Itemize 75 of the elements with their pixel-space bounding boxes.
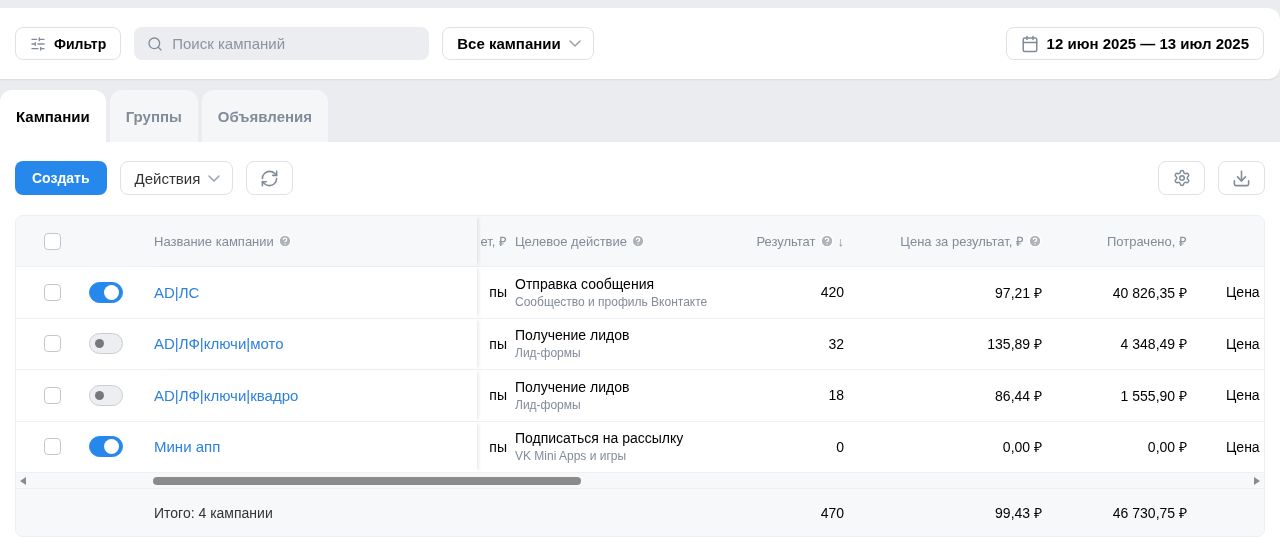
table-cell: 470: [820, 504, 844, 521]
toggle-switch[interactable]: [89, 436, 123, 458]
table-cell: пы: [489, 284, 507, 301]
table-cell-text: 135,89 ₽: [987, 335, 1042, 354]
chevron-down-icon: [208, 174, 221, 182]
campaign-link[interactable]: AD|ЛС: [154, 283, 200, 301]
scrollbar-thumb[interactable]: [153, 476, 581, 485]
scroll-left-icon[interactable]: [20, 476, 26, 485]
tab[interactable]: Объявления: [201, 90, 328, 142]
filter-button[interactable]: Фильтр: [15, 27, 122, 60]
checkbox[interactable]: [44, 335, 61, 353]
target-action: Получение лидов: [515, 378, 630, 395]
total-label: Итого: 4 кампании: [154, 504, 273, 521]
table-cell-text: 97,21 ₽: [995, 283, 1042, 302]
create-button[interactable]: Создать: [15, 161, 107, 195]
search-field[interactable]: Поиск кампаний: [134, 27, 430, 60]
column-header: Цена за результат, ₽: [900, 233, 1024, 250]
table-cell-text: 0,00 ₽: [1002, 438, 1042, 457]
chevron-down-icon: [568, 40, 581, 47]
sort-arrow[interactable]: ↓: [837, 233, 844, 249]
campaign-link[interactable]: Мини апп: [154, 438, 221, 456]
target-detail: VK Mini Apps и игры: [515, 449, 628, 464]
table-cell-text: 1 555,90 ₽: [1120, 386, 1187, 405]
table-cell: Цена: [1226, 335, 1260, 352]
target-action: Подписаться на рассылку: [515, 430, 684, 447]
toggle-switch[interactable]: [89, 281, 123, 303]
table-cell: 0: [836, 438, 844, 455]
date-range-button[interactable]: 12 июн 2025 — 13 июл 2025: [1005, 27, 1264, 60]
target-detail: Сообщество и профиль Вконтакте: [515, 294, 708, 309]
campaign-link[interactable]: AD|ЛФ|ключи|квадро: [154, 386, 299, 404]
table-cell-text: 99,43 ₽: [995, 504, 1042, 522]
table-cell-text: 4 348,49 ₽: [1120, 335, 1187, 354]
table-cell: 32: [828, 335, 844, 352]
checkbox[interactable]: [44, 438, 61, 456]
table-cell: пы: [489, 438, 507, 455]
table-cell: Цена: [1226, 284, 1260, 301]
sliders-icon: [30, 35, 46, 52]
table-cell-text: 86,44 ₽: [995, 386, 1042, 405]
table-cell: Цена: [1226, 438, 1260, 455]
calendar-icon: [1020, 34, 1039, 53]
actions-select[interactable]: Действия: [119, 161, 234, 195]
checkbox[interactable]: [44, 232, 61, 250]
table-cell-text: 46 730,75 ₽: [1112, 504, 1187, 522]
campaign-link[interactable]: AD|ЛФ|ключи|мото: [154, 335, 284, 353]
target-action: Отправка сообщения: [515, 275, 656, 292]
refresh-icon: [260, 168, 280, 188]
checkbox[interactable]: [44, 386, 61, 404]
table-cell: пы: [489, 335, 507, 352]
column-header: Название кампании: [154, 233, 274, 249]
table-cell: пы: [489, 387, 507, 404]
tab[interactable]: Группы: [109, 90, 198, 142]
table-cell: 420: [820, 284, 844, 301]
campaign-select[interactable]: Все кампании: [442, 27, 594, 60]
settings-button[interactable]: [1158, 161, 1205, 195]
column-header: ет, ₽: [480, 233, 507, 250]
target-action: Получение лидов: [515, 327, 630, 344]
column-header: Потрачено, ₽: [1106, 233, 1187, 250]
toggle-switch[interactable]: [89, 384, 123, 406]
table-cell-text: 40 826,35 ₽: [1112, 283, 1187, 302]
target-detail: Лид-формы: [515, 397, 582, 412]
checkbox[interactable]: [44, 283, 61, 301]
refresh-button[interactable]: [246, 161, 294, 195]
toggle-switch[interactable]: [89, 333, 123, 355]
download-button[interactable]: [1218, 161, 1265, 195]
settings-icon: [1172, 169, 1191, 187]
column-header[interactable]: Результат: [756, 233, 816, 249]
download-icon: [1232, 168, 1251, 188]
scroll-right-icon[interactable]: [1254, 476, 1260, 485]
target-detail: Лид-формы: [515, 346, 582, 361]
table-cell-text: 0,00 ₽: [1147, 438, 1187, 457]
tab[interactable]: Кампании: [0, 90, 106, 142]
column-header: Целевое действие: [515, 233, 627, 249]
table-cell: Цена: [1226, 387, 1260, 404]
table-cell: 18: [828, 387, 844, 404]
search-icon: [147, 36, 164, 52]
